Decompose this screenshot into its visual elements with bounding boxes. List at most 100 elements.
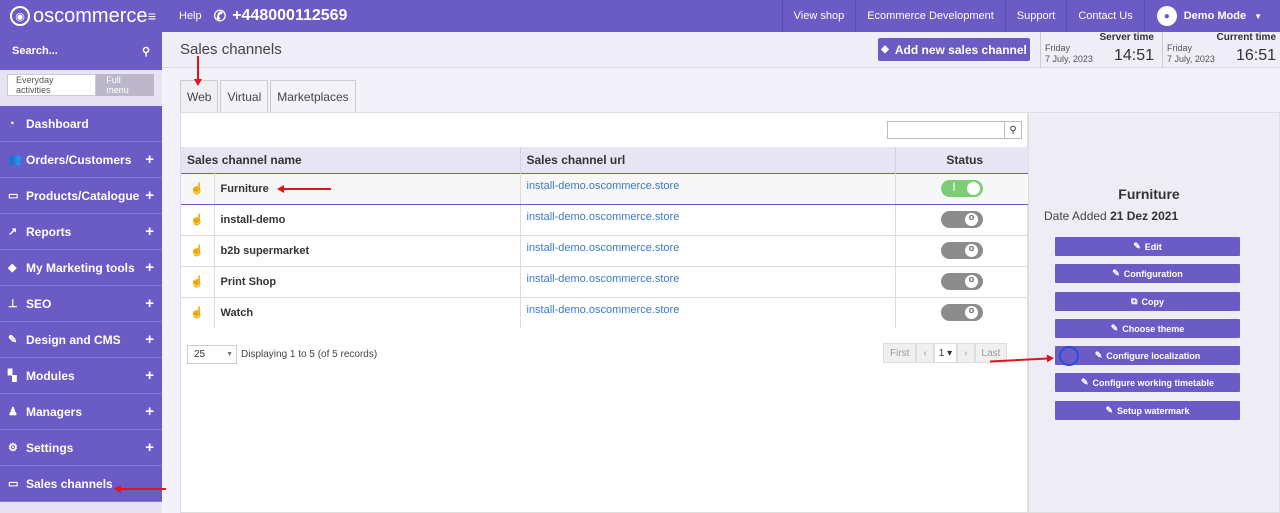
sidebar-item-label: SEO	[26, 296, 52, 311]
pencil-icon: ✎	[1080, 377, 1089, 387]
sidebar-item-design-cms[interactable]: ✎ Design and CMS +	[0, 322, 162, 358]
sidebar-menu: ◔ Dashboard 👥 Orders/Customers + ▭ Produ…	[0, 106, 162, 502]
page-select[interactable]: 1 ▾	[933, 343, 958, 363]
configure-localization-button[interactable]: ✎ Configure localization	[1055, 346, 1240, 365]
annotation-click-marker	[1059, 346, 1079, 366]
plus-icon[interactable]: +	[145, 295, 154, 312]
drag-handle-icon[interactable]: ☝	[181, 296, 215, 328]
toggle-off-mark: o	[968, 243, 975, 253]
hamburger-icon[interactable]: ≡	[148, 8, 156, 24]
channel-url[interactable]: install-demo.oscommerce.store	[520, 172, 896, 205]
plus-icon[interactable]: +	[145, 331, 154, 348]
sidebar-item-reports[interactable]: ↗ Reports +	[0, 214, 162, 250]
sidebar-item-settings[interactable]: ⚙ Settings +	[0, 430, 162, 466]
channel-url[interactable]: install-demo.oscommerce.store	[520, 296, 896, 328]
drag-handle-icon[interactable]: ☝	[181, 203, 215, 235]
support-link[interactable]: Support	[1004, 0, 1067, 32]
table-search-input[interactable]	[887, 121, 1005, 139]
date-added-label: Date Added	[1044, 209, 1107, 223]
user-icon: ♟	[8, 406, 18, 418]
add-new-sales-channel-button[interactable]: ◆ Add new sales channel	[878, 38, 1030, 61]
copy-button[interactable]: ⧉ Copy	[1055, 292, 1240, 311]
sidebar-item-marketing-tools[interactable]: ◆ My Marketing tools +	[0, 250, 162, 286]
help-link[interactable]: Help	[162, 10, 214, 22]
plus-icon[interactable]: +	[145, 187, 154, 204]
user-avatar-icon: ●	[1156, 6, 1177, 26]
status-toggle[interactable]: |	[940, 180, 983, 197]
status-toggle[interactable]: o	[940, 242, 983, 259]
sidebar-item-orders-customers[interactable]: 👥 Orders/Customers +	[0, 142, 162, 178]
server-time-day: Friday	[1045, 43, 1071, 53]
prev-page-icon[interactable]: ‹	[916, 343, 934, 363]
sidebar-item-seo[interactable]: ⊥ SEO +	[0, 286, 162, 322]
current-time-date: 7 July, 2023	[1167, 54, 1215, 64]
full-menu-button[interactable]: Full menu	[96, 74, 154, 96]
configure-working-timetable-button[interactable]: ✎ Configure working timetable	[1055, 373, 1240, 392]
everyday-activities-button[interactable]: Everyday activities	[7, 74, 97, 96]
tab-marketplaces[interactable]: Marketplaces	[270, 80, 356, 112]
logo[interactable]: ◉ oscommerce ≡	[0, 0, 162, 32]
sidebar: Search... ⚲ Everyday activities Full men…	[0, 32, 162, 513]
next-page-icon[interactable]: ›	[957, 343, 975, 363]
user-menu[interactable]: ● Demo Mode ▼	[1143, 0, 1280, 32]
setup-watermark-button[interactable]: ✎ Setup watermark	[1055, 401, 1240, 420]
brush-icon: ✎	[8, 334, 18, 346]
table-row[interactable]: ☝ b2b supermarket install-demo.oscommerc…	[181, 234, 1029, 266]
column-header-url[interactable]: Sales channel url	[520, 147, 896, 173]
sidebar-item-modules[interactable]: ▚ Modules +	[0, 358, 162, 394]
plus-icon[interactable]: +	[145, 367, 154, 384]
table-row[interactable]: ☝ install-demo install-demo.oscommerce.s…	[181, 203, 1029, 235]
top-links: View shop Ecommerce Development Support …	[781, 0, 1280, 32]
plus-icon[interactable]: +	[145, 223, 154, 240]
contact-us-link[interactable]: Contact Us	[1066, 0, 1143, 32]
sidebar-item-sales-channels[interactable]: ▭ Sales channels	[0, 466, 162, 502]
drag-handle-icon[interactable]: ☝	[181, 234, 215, 266]
status-toggle[interactable]: o	[940, 304, 983, 322]
pencil-icon: ✎	[1105, 405, 1113, 415]
status-cell: o	[895, 203, 1029, 235]
status-toggle[interactable]: o	[940, 273, 983, 290]
sidebar-item-dashboard[interactable]: ◔ Dashboard	[0, 106, 162, 142]
plus-icon[interactable]: +	[145, 151, 154, 168]
table-row[interactable]: ☝ Watch install-demo.oscommerce.store o	[181, 296, 1029, 328]
channel-url[interactable]: install-demo.oscommerce.store	[520, 203, 896, 235]
action-label: Configure localization	[1106, 350, 1201, 361]
channel-url[interactable]: install-demo.oscommerce.store	[520, 234, 896, 266]
plus-icon[interactable]: +	[145, 403, 154, 420]
choose-theme-button[interactable]: ✎ Choose theme	[1055, 319, 1240, 338]
pager-info: Displaying 1 to 5 (of 5 records)	[241, 349, 378, 360]
channel-name: Print Shop	[214, 265, 521, 297]
column-header-status[interactable]: Status	[895, 147, 1029, 173]
current-time-value: 16:51	[1235, 47, 1276, 64]
plus-icon[interactable]: +	[145, 259, 154, 276]
phone-number[interactable]: ✆ +448000112569	[214, 7, 348, 25]
sidebar-item-managers[interactable]: ♟ Managers +	[0, 394, 162, 430]
gears-icon: ⚙	[8, 442, 18, 454]
sidebar-item-products-catalogue[interactable]: ▭ Products/Catalogue +	[0, 178, 162, 214]
add-button-label: Add new sales channel	[894, 42, 1027, 57]
sidebar-item-label: Design and CMS	[26, 332, 121, 347]
ecommerce-development-link[interactable]: Ecommerce Development	[855, 0, 1005, 32]
action-label: Edit	[1144, 241, 1162, 252]
status-toggle[interactable]: o	[940, 211, 983, 228]
page-title: Sales channels	[180, 41, 282, 58]
per-page-select[interactable]: 25 ▼	[187, 345, 237, 364]
status-cell: o	[895, 234, 1029, 266]
view-shop-link[interactable]: View shop	[781, 0, 856, 32]
drag-handle-icon[interactable]: ☝	[181, 172, 215, 205]
table-row[interactable]: ☝ Print Shop install-demo.oscommerce.sto…	[181, 265, 1029, 297]
action-label: Copy	[1141, 296, 1164, 307]
search-icon[interactable]: ⚲	[142, 45, 150, 58]
first-page-button[interactable]: First	[883, 343, 917, 363]
drag-handle-icon[interactable]: ☝	[181, 265, 215, 297]
channel-name: Furniture	[214, 172, 521, 205]
plus-icon[interactable]: +	[145, 439, 154, 456]
search-input[interactable]: Search... ⚲	[8, 39, 154, 63]
configuration-button[interactable]: ✎ Configuration	[1055, 264, 1240, 283]
action-label: Configuration	[1123, 268, 1183, 279]
tab-virtual[interactable]: Virtual	[220, 80, 269, 112]
channel-url[interactable]: install-demo.oscommerce.store	[520, 265, 896, 297]
column-header-name[interactable]: Sales channel name	[181, 147, 521, 173]
search-icon[interactable]: ⚲	[1004, 121, 1022, 139]
edit-button[interactable]: ✎ Edit	[1055, 237, 1240, 256]
